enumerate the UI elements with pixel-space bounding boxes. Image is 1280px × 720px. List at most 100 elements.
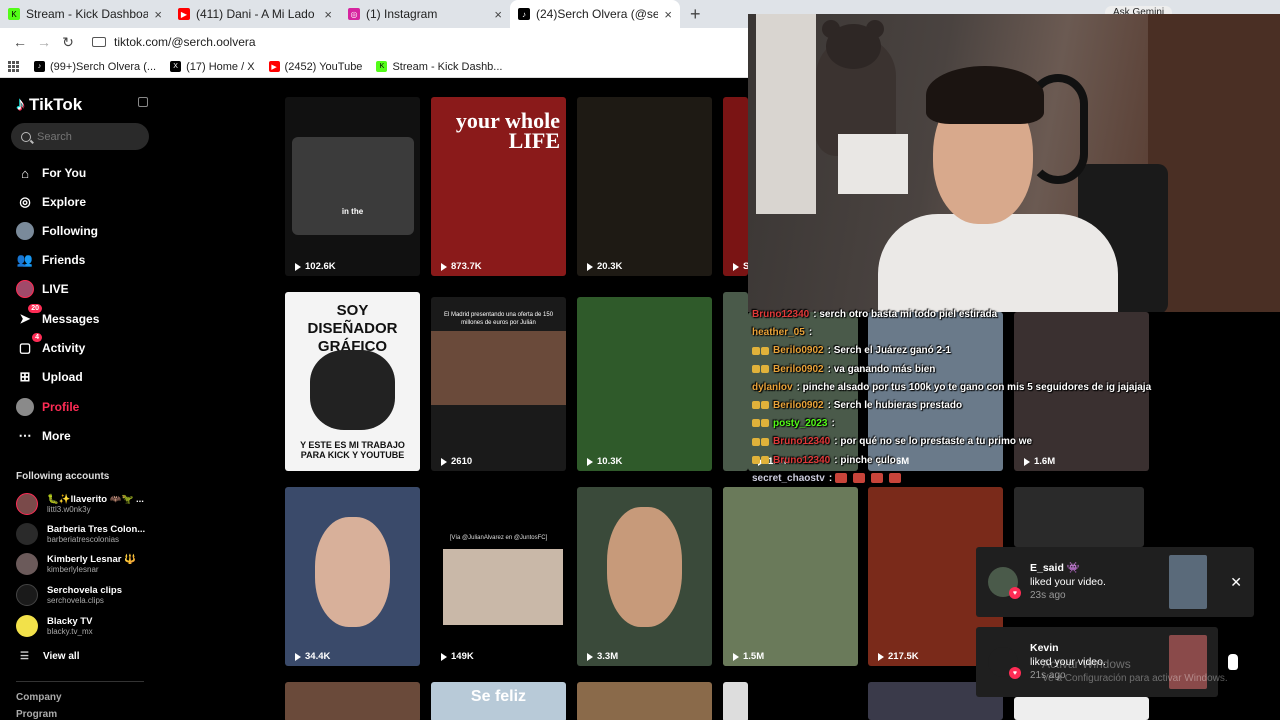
video-tile[interactable] bbox=[1014, 487, 1144, 547]
tab-instagram[interactable]: ◎ (1) Instagram × bbox=[340, 0, 510, 28]
video-tile[interactable] bbox=[1014, 697, 1149, 720]
nav-more[interactable]: ⋯ More bbox=[16, 427, 71, 445]
video-tile[interactable]: 20.3K bbox=[577, 97, 712, 276]
account-name: Kimberly Lesnar 🔱 bbox=[47, 554, 136, 565]
video-tile[interactable] bbox=[577, 682, 712, 720]
footer-company-link[interactable]: Company bbox=[16, 692, 62, 703]
url-field[interactable]: tiktok.com/@serch.oolvera bbox=[92, 35, 256, 49]
view-count: 102.6K bbox=[295, 261, 336, 272]
collapse-sidebar-icon[interactable] bbox=[138, 97, 148, 107]
following-account[interactable]: Barberia Tres Colon... barberiatrescoloni… bbox=[16, 523, 145, 545]
search-input[interactable] bbox=[37, 130, 137, 143]
list-icon: ☰ bbox=[20, 651, 29, 662]
chat-user: Berilo0902 bbox=[773, 399, 824, 411]
nav-live[interactable]: LIVE bbox=[16, 280, 69, 298]
close-tab-icon[interactable]: × bbox=[494, 7, 502, 22]
chat-user: Bruno12340 bbox=[773, 454, 831, 466]
nav-for-you[interactable]: ⌂ For You bbox=[16, 164, 86, 182]
chat-text: : serch otro basta mi todo piel estirada bbox=[813, 309, 998, 320]
video-grid: in the 102.6K your whole LIFE 873.7K 20.… bbox=[160, 80, 748, 720]
site-info-icon[interactable] bbox=[92, 37, 106, 47]
close-tab-icon[interactable]: × bbox=[154, 7, 162, 22]
nav-activity[interactable]: ▢ 4 Activity bbox=[16, 333, 85, 357]
avatar: ♥ bbox=[988, 567, 1021, 599]
chat-message: heather_05: bbox=[752, 327, 1152, 345]
video-tile[interactable]: 10.3K bbox=[577, 297, 712, 471]
back-icon[interactable]: ← bbox=[8, 34, 32, 50]
notification-user: Kevin bbox=[1030, 642, 1059, 654]
bookmark-tiktok[interactable]: ♪ (99+)Serch Olvera (... bbox=[34, 61, 156, 73]
view-count: 10.3K bbox=[587, 456, 622, 467]
following-account[interactable]: Serchovela clips serchovela.clips bbox=[16, 584, 122, 606]
tab-title: Stream - Kick Dashboard bbox=[26, 7, 149, 21]
chat-badges-icon bbox=[752, 346, 770, 355]
reload-icon[interactable]: ↻ bbox=[56, 34, 80, 51]
video-tile[interactable]: 34.4K bbox=[285, 487, 420, 666]
video-overlay-text: in the bbox=[341, 207, 364, 216]
close-tab-icon[interactable]: × bbox=[324, 7, 332, 22]
video-tile[interactable]: 3.3M bbox=[577, 487, 712, 666]
chat-text: : Serch el Juárez ganó 2-1 bbox=[827, 345, 951, 357]
upload-icon: ⊞ bbox=[19, 369, 31, 384]
chat-text: : va ganando más bien bbox=[827, 363, 936, 375]
video-tile[interactable]: Se feliz bbox=[431, 682, 566, 720]
view-all-button[interactable]: ☰ View all bbox=[20, 651, 79, 662]
apps-grid-icon[interactable] bbox=[8, 60, 20, 73]
video-tile[interactable]: SOY DISEÑADOR GRÁFICO Y ESTE ES MI TRABA… bbox=[285, 292, 420, 471]
bookmark-kick[interactable]: K Stream - Kick Dashb... bbox=[376, 61, 502, 73]
video-tile[interactable]: your whole LIFE 873.7K bbox=[431, 97, 566, 276]
bookmark-label: (99+)Serch Olvera (... bbox=[50, 60, 157, 73]
nav-profile[interactable]: Profile bbox=[16, 398, 79, 416]
hair bbox=[926, 66, 1044, 124]
video-tile[interactable] bbox=[723, 682, 748, 720]
video-tile[interactable]: 1.5M bbox=[723, 487, 858, 666]
close-icon[interactable]: ✕ bbox=[1230, 574, 1242, 591]
new-tab-icon[interactable]: + bbox=[690, 4, 701, 25]
nav-friends[interactable]: 👥 Friends bbox=[16, 251, 85, 269]
avatar bbox=[16, 523, 38, 545]
video-tile[interactable] bbox=[723, 292, 748, 471]
view-count: 3.3M bbox=[587, 651, 618, 662]
search-box[interactable] bbox=[11, 123, 149, 150]
streamer-webcam bbox=[748, 14, 1280, 312]
bookmark-youtube[interactable]: ▶ (2452) YouTube bbox=[268, 61, 362, 73]
divider bbox=[16, 681, 144, 682]
view-count: 1.5M bbox=[733, 651, 764, 662]
search-icon bbox=[21, 131, 31, 142]
video-tile[interactable] bbox=[285, 682, 420, 720]
bookmark-x[interactable]: X (17) Home / X bbox=[170, 61, 255, 73]
footer-program-link[interactable]: Program bbox=[16, 709, 57, 720]
notification-action: liked your video. bbox=[1030, 576, 1106, 588]
close-tab-icon[interactable]: × bbox=[664, 7, 672, 22]
following-account[interactable]: Kimberly Lesnar 🔱 kimberlylesnar bbox=[16, 553, 136, 575]
tab-title: (411) Dani - A Mi Lado (Official bbox=[196, 7, 318, 21]
bookmark-label: Stream - Kick Dashb... bbox=[392, 60, 503, 73]
tiktok-logo[interactable]: ♪ TikTok bbox=[16, 94, 82, 115]
tab-youtube[interactable]: ▶ (411) Dani - A Mi Lado (Official × bbox=[170, 0, 340, 28]
chat-user: Berilo0902 bbox=[773, 345, 824, 357]
like-notification[interactable]: ♥ E_said 👾 liked your video. 23s ago ✕ bbox=[976, 547, 1254, 617]
heart-icon: ♥ bbox=[1009, 667, 1021, 679]
nav-upload[interactable]: ⊞ Upload bbox=[16, 368, 83, 386]
forward-icon[interactable]: → bbox=[32, 34, 56, 50]
nav-explore[interactable]: ◎ Explore bbox=[16, 193, 86, 211]
chat-message: secret_chaostv: bbox=[752, 473, 1152, 491]
chat-text: : bbox=[831, 418, 835, 430]
tab-kick-dashboard[interactable]: K Stream - Kick Dashboard × bbox=[0, 0, 170, 28]
following-account[interactable]: 🐛✨llaverito 🦇🦖 ... littl3.w0nk3y bbox=[16, 493, 144, 515]
video-tile[interactable]: in the 102.6K bbox=[285, 97, 420, 276]
nav-following[interactable]: Following bbox=[16, 222, 98, 240]
chat-badges-icon bbox=[752, 364, 770, 373]
tab-tiktok[interactable]: ♪ (24)Serch Olvera (@serch.oolve × bbox=[510, 0, 680, 28]
nav-messages[interactable]: ➤ 20 Messages bbox=[16, 304, 99, 328]
tiktok-icon: ♪ bbox=[518, 8, 530, 20]
video-tile[interactable]: S bbox=[723, 97, 748, 276]
chat-user: Bruno12340 bbox=[773, 436, 831, 448]
video-tile[interactable]: El Madrid presentando una oferta de 150 … bbox=[431, 297, 566, 471]
chat-badges-icon bbox=[752, 419, 770, 428]
chat-message: Berilo0902: Serch le hubieras prestado bbox=[752, 400, 1152, 418]
following-account[interactable]: Blacky TV blacky.tv_mx bbox=[16, 615, 93, 637]
avatar bbox=[16, 584, 38, 606]
account-name: 🐛✨llaverito 🦇🦖 ... bbox=[47, 494, 144, 505]
video-tile[interactable]: [Vía @JulianAlvarez en @JuntosFC] 149K bbox=[431, 487, 566, 666]
